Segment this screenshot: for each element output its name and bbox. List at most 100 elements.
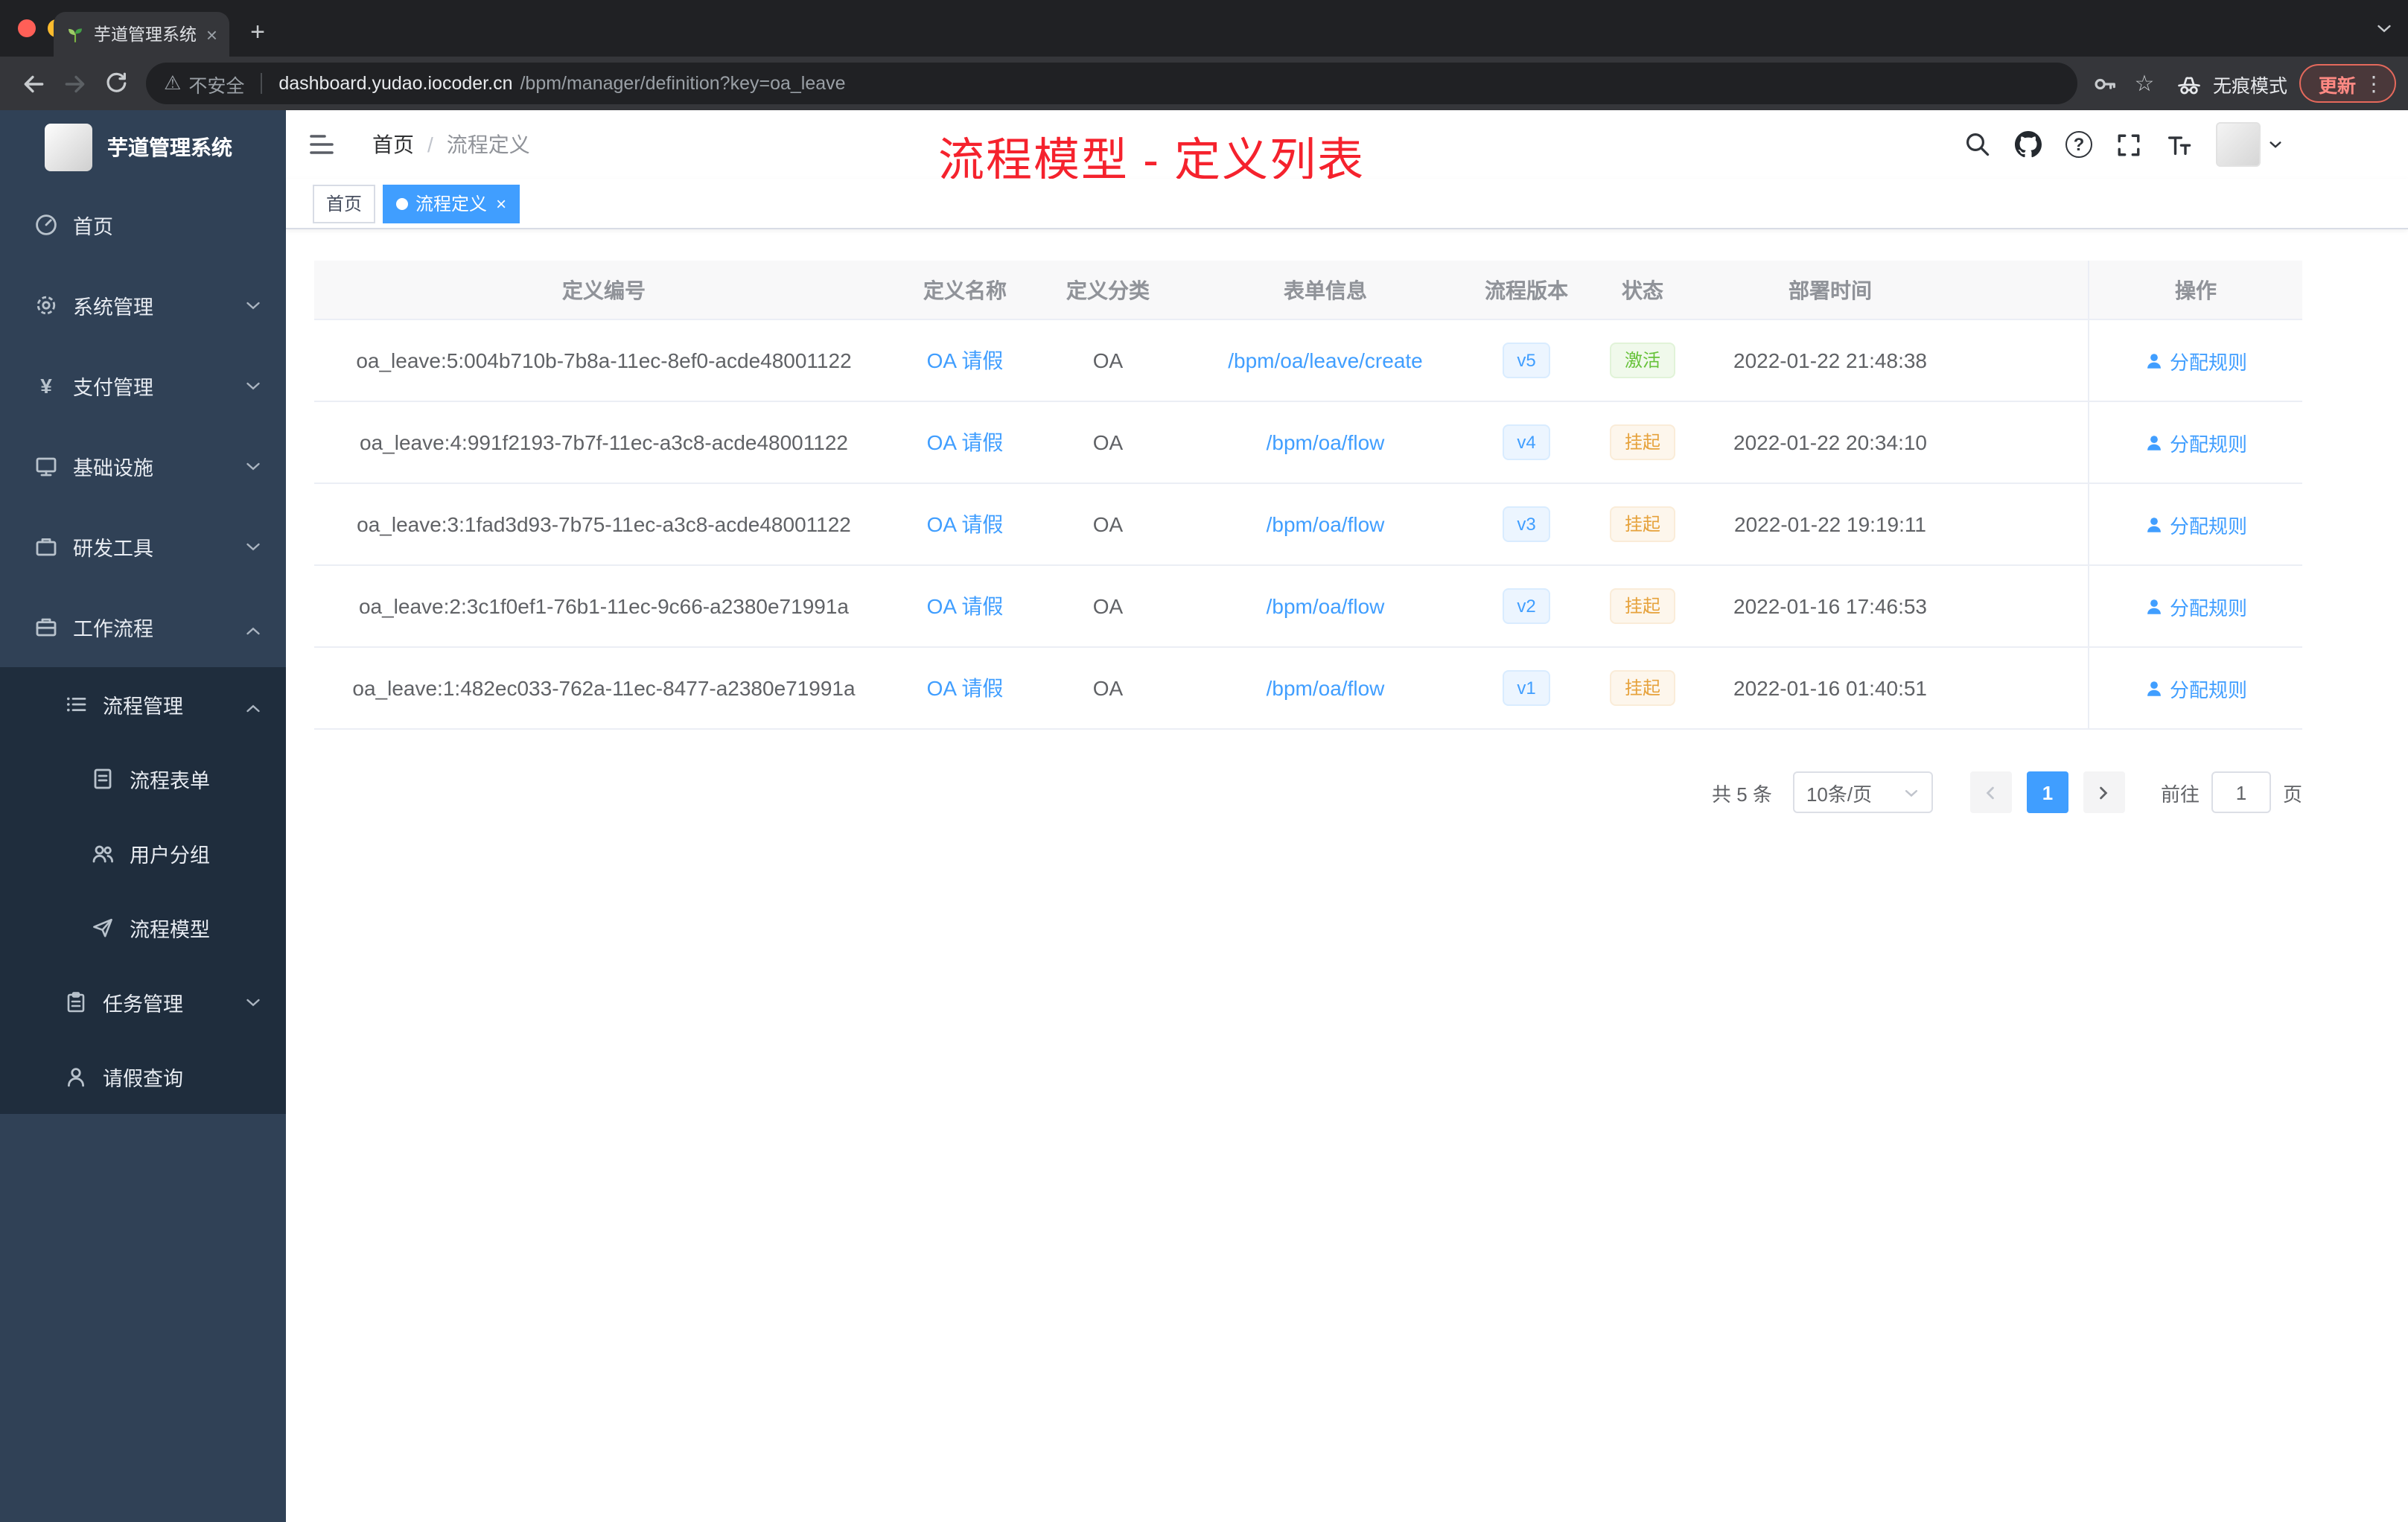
version-badge: v4	[1502, 424, 1551, 460]
tag-home[interactable]: 首页	[313, 184, 376, 223]
assign-rule-label: 分配规则	[2169, 596, 2247, 619]
close-window-button[interactable]	[18, 19, 36, 37]
goto-page-input[interactable]	[2211, 771, 2271, 813]
logo-avatar	[45, 124, 92, 171]
sidebar-item-home[interactable]: 首页	[0, 185, 286, 265]
content-area: 定义编号 定义名称 定义分类 表单信息 流程版本 状态 部署时间 操作 oa_l…	[286, 229, 2408, 813]
sidebar-item-user-group[interactable]: 用户分组	[0, 816, 286, 891]
avatar[interactable]	[2216, 122, 2261, 167]
assign-rule-label: 分配规则	[2169, 351, 2247, 373]
new-tab-button[interactable]: +	[238, 13, 277, 52]
tag-process-definition[interactable]: 流程定义 ×	[383, 184, 520, 223]
sidebar-item-task-management[interactable]: 任务管理	[0, 965, 286, 1039]
assign-rule-link[interactable]: 分配规则	[2144, 510, 2247, 538]
address-bar[interactable]: ⚠ 不安全 dashboard.yudao.iocoder.cn /bpm/ma…	[146, 63, 2077, 104]
screen: 芋道管理系统 × + ⚠ 不安全 dashboard.yudao.iocoder…	[0, 0, 2408, 1522]
chevron-up-icon	[244, 695, 262, 718]
definition-name-link[interactable]: OA 请假	[927, 512, 1004, 536]
browser-tab[interactable]: 芋道管理系统 ×	[54, 12, 229, 57]
reload-icon[interactable]	[95, 63, 137, 104]
sidebar-item-process-model[interactable]: 流程模型	[0, 891, 286, 965]
sidebar: 芋道管理系统 首页 系统管理 ¥ 支付管理 基础设施 研发工具 工作流程 流程管…	[0, 110, 286, 1522]
col-definition-name: 定义名称	[923, 278, 1007, 302]
password-key-icon[interactable]	[2086, 64, 2125, 103]
prev-page-button[interactable]	[1969, 771, 2012, 813]
font-size-icon[interactable]	[2165, 131, 2192, 158]
url-path: /bpm/manager/definition?key=oa_leave	[520, 73, 846, 94]
col-process-version: 流程版本	[1485, 278, 1568, 302]
sidebar-item-system[interactable]: 系统管理	[0, 265, 286, 346]
paper-plane-icon	[89, 916, 116, 940]
sidebar-item-label: 系统管理	[73, 296, 153, 319]
list-icon	[63, 692, 89, 716]
browser-menu-dots-icon[interactable]: ⋮	[2363, 71, 2384, 96]
sidebar-item-workflow[interactable]: 工作流程	[0, 587, 286, 667]
sidebar-item-infrastructure[interactable]: 基础设施	[0, 426, 286, 506]
incognito-badge: 无痕模式	[2176, 69, 2287, 98]
sidebar-item-leave-query[interactable]: 请假查询	[0, 1039, 286, 1114]
user-menu[interactable]	[2216, 122, 2283, 167]
form-info-link[interactable]: /bpm/oa/flow	[1267, 594, 1385, 618]
table-row: oa_leave:4:991f2193-7b7f-11ec-a3c8-acde4…	[314, 402, 2302, 484]
update-label: 更新	[2318, 75, 2356, 96]
table-row: oa_leave:3:1fad3d93-7b75-11ec-a3c8-acde4…	[314, 484, 2302, 566]
page-size-select[interactable]: 10条/页	[1792, 771, 1933, 813]
incognito-label: 无痕模式	[2212, 75, 2287, 96]
tab-close-icon[interactable]: ×	[206, 25, 217, 44]
definition-name-link[interactable]: OA 请假	[927, 594, 1004, 618]
assignee-icon	[2147, 517, 2161, 532]
favicon-leaf-icon	[66, 25, 85, 44]
assign-rule-label: 分配规则	[2169, 433, 2247, 455]
chrome-update-button[interactable]: 更新 ⋮	[2299, 64, 2396, 103]
bookmark-star-icon[interactable]: ☆	[2125, 64, 2164, 103]
chevron-down-icon	[244, 377, 262, 399]
definition-name-link[interactable]: OA 请假	[927, 348, 1004, 372]
sidebar-collapse-icon[interactable]	[307, 130, 337, 167]
omnibox-divider	[261, 73, 263, 94]
app-navbar: 首页 / 流程定义 流程模型 - 定义列表 ?	[286, 110, 2408, 186]
assign-rule-link[interactable]: 分配规则	[2144, 592, 2247, 620]
sidebar-item-process-management[interactable]: 流程管理	[0, 667, 286, 742]
col-deploy-time: 部署时间	[1789, 278, 1872, 302]
browser-toolbar: ⚠ 不安全 dashboard.yudao.iocoder.cn /bpm/ma…	[0, 57, 2408, 110]
assign-rule-link[interactable]: 分配规则	[2144, 674, 2247, 702]
chevron-down-icon	[244, 538, 262, 560]
yen-icon: ¥	[40, 374, 52, 398]
col-form-info: 表单信息	[1284, 278, 1367, 302]
help-icon[interactable]: ?	[2065, 131, 2092, 158]
forward-icon[interactable]	[54, 63, 95, 104]
cell-category: OA	[1092, 676, 1124, 700]
search-icon[interactable]	[1964, 131, 1991, 158]
cell-definition-id: oa_leave:2:3c1f0ef1-76b1-11ec-9c66-a2380…	[358, 594, 849, 618]
definition-name-link[interactable]: OA 请假	[927, 430, 1004, 454]
tag-close-icon[interactable]: ×	[496, 193, 506, 214]
table-header-row: 定义编号 定义名称 定义分类 表单信息 流程版本 状态 部署时间 操作	[314, 261, 2302, 320]
cell-deploy-time: 2022-01-16 01:40:51	[1733, 676, 1927, 700]
cell-category: OA	[1092, 348, 1124, 372]
form-info-link[interactable]: /bpm/oa/flow	[1267, 430, 1385, 454]
gear-icon	[33, 293, 60, 317]
github-icon[interactable]	[2015, 131, 2042, 158]
breadcrumb-home[interactable]: 首页	[372, 130, 414, 159]
sidebar-item-dev-tools[interactable]: 研发工具	[0, 506, 286, 587]
sidebar-item-payment[interactable]: ¥ 支付管理	[0, 346, 286, 426]
next-page-button[interactable]	[2083, 771, 2125, 813]
form-info-link[interactable]: /bpm/oa/leave/create	[1228, 348, 1423, 372]
back-icon[interactable]	[12, 63, 54, 104]
sidebar-item-process-form[interactable]: 流程表单	[0, 742, 286, 816]
help-glyph: ?	[2073, 134, 2085, 155]
form-info-link[interactable]: /bpm/oa/flow	[1267, 676, 1385, 700]
assign-rule-link[interactable]: 分配规则	[2144, 346, 2247, 375]
definition-name-link[interactable]: OA 请假	[927, 676, 1004, 700]
web-page: 芋道管理系统 首页 系统管理 ¥ 支付管理 基础设施 研发工具 工作流程 流程管…	[0, 110, 2408, 1522]
fullscreen-icon[interactable]	[2116, 132, 2141, 157]
tab-search-chevron-icon[interactable]	[2375, 18, 2393, 45]
chevron-right-icon	[2100, 786, 2109, 799]
col-definition-category: 定义分类	[1066, 278, 1150, 302]
form-info-link[interactable]: /bpm/oa/flow	[1267, 512, 1385, 536]
assign-rule-link[interactable]: 分配规则	[2144, 428, 2247, 456]
security-label[interactable]: 不安全	[188, 69, 244, 98]
pagination: 共 5 条 10条/页 1 前往 页	[314, 771, 2302, 813]
cell-definition-id: oa_leave:4:991f2193-7b7f-11ec-a3c8-acde4…	[360, 430, 848, 454]
page-number-button[interactable]: 1	[2026, 771, 2068, 813]
